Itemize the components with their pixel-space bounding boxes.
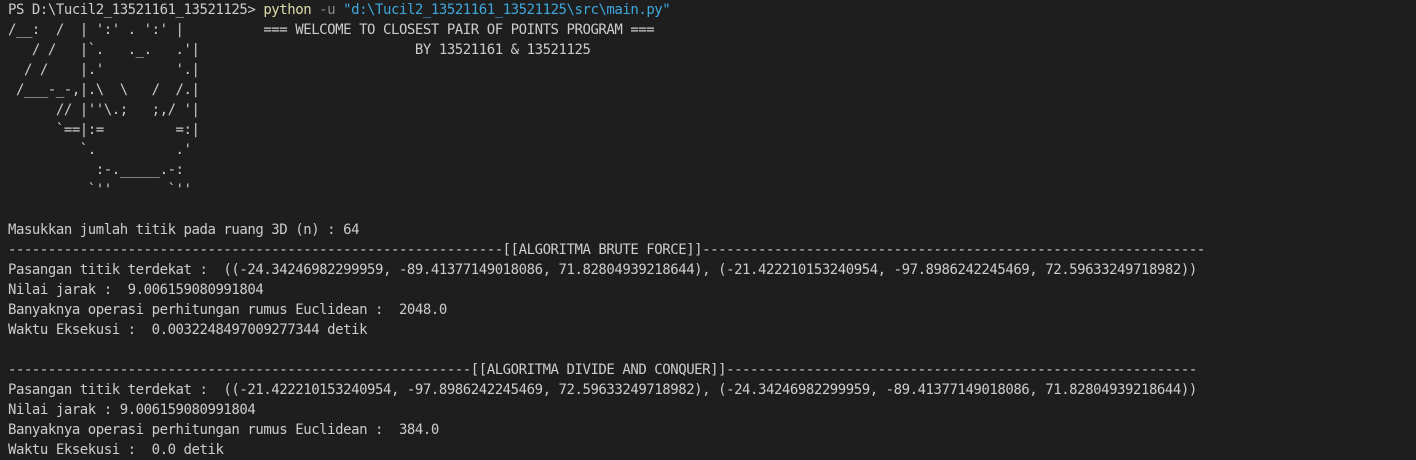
output-line: :-._____.-: bbox=[8, 162, 184, 178]
command-flag: -u bbox=[311, 2, 344, 18]
input-prompt-line: Masukkan jumlah titik pada ruang 3D (n) … bbox=[8, 222, 360, 238]
output-line: Nilai jarak : 9.006159080991804 bbox=[8, 282, 264, 298]
output-line: Waktu Eksekusi : 0.0032248497009277344 d… bbox=[8, 322, 368, 338]
prompt-text: PS D:\Tucil2_13521161_13521125> bbox=[8, 2, 264, 18]
output-line: `. .' bbox=[8, 142, 192, 158]
output-line: /___-_-,|.\ \ / /.| bbox=[8, 82, 200, 98]
output-line: `'' `'' bbox=[8, 182, 192, 198]
terminal-panel[interactable]: PS D:\Tucil2_13521161_13521125> python -… bbox=[0, 0, 1416, 459]
command-path: "d:\Tucil2_13521161_13521125\src\main.py… bbox=[343, 2, 671, 18]
output-line: `==|:= =:| bbox=[8, 122, 200, 138]
command-name: python bbox=[263, 2, 312, 18]
section-divider-brute-force: ----------------------------------------… bbox=[8, 242, 1205, 258]
output-line: /__: / | ':' . ':' | === WELCOME TO CLOS… bbox=[8, 22, 655, 38]
section-divider-divide-conquer: ----------------------------------------… bbox=[8, 362, 1197, 378]
output-line: // |''\.; ;,/ '| bbox=[8, 102, 200, 118]
output-line: Banyaknya operasi perhitungan rumus Eucl… bbox=[8, 302, 447, 318]
output-line: Nilai jarak : 9.006159080991804 bbox=[8, 402, 256, 418]
output-line: / / |`. ._. .'| BY 13521161 & 13521125 bbox=[8, 42, 591, 58]
output-line: Pasangan titik terdekat : ((-21.42221015… bbox=[8, 382, 1197, 398]
output-line: Pasangan titik terdekat : ((-24.34246982… bbox=[8, 262, 1197, 278]
output-line: / / |.' '.| bbox=[8, 62, 200, 78]
output-line: Banyaknya operasi perhitungan rumus Eucl… bbox=[8, 422, 439, 438]
command-line: PS D:\Tucil2_13521161_13521125> python -… bbox=[8, 0, 1416, 20]
output-line: Waktu Eksekusi : 0.0 detik bbox=[8, 442, 224, 458]
